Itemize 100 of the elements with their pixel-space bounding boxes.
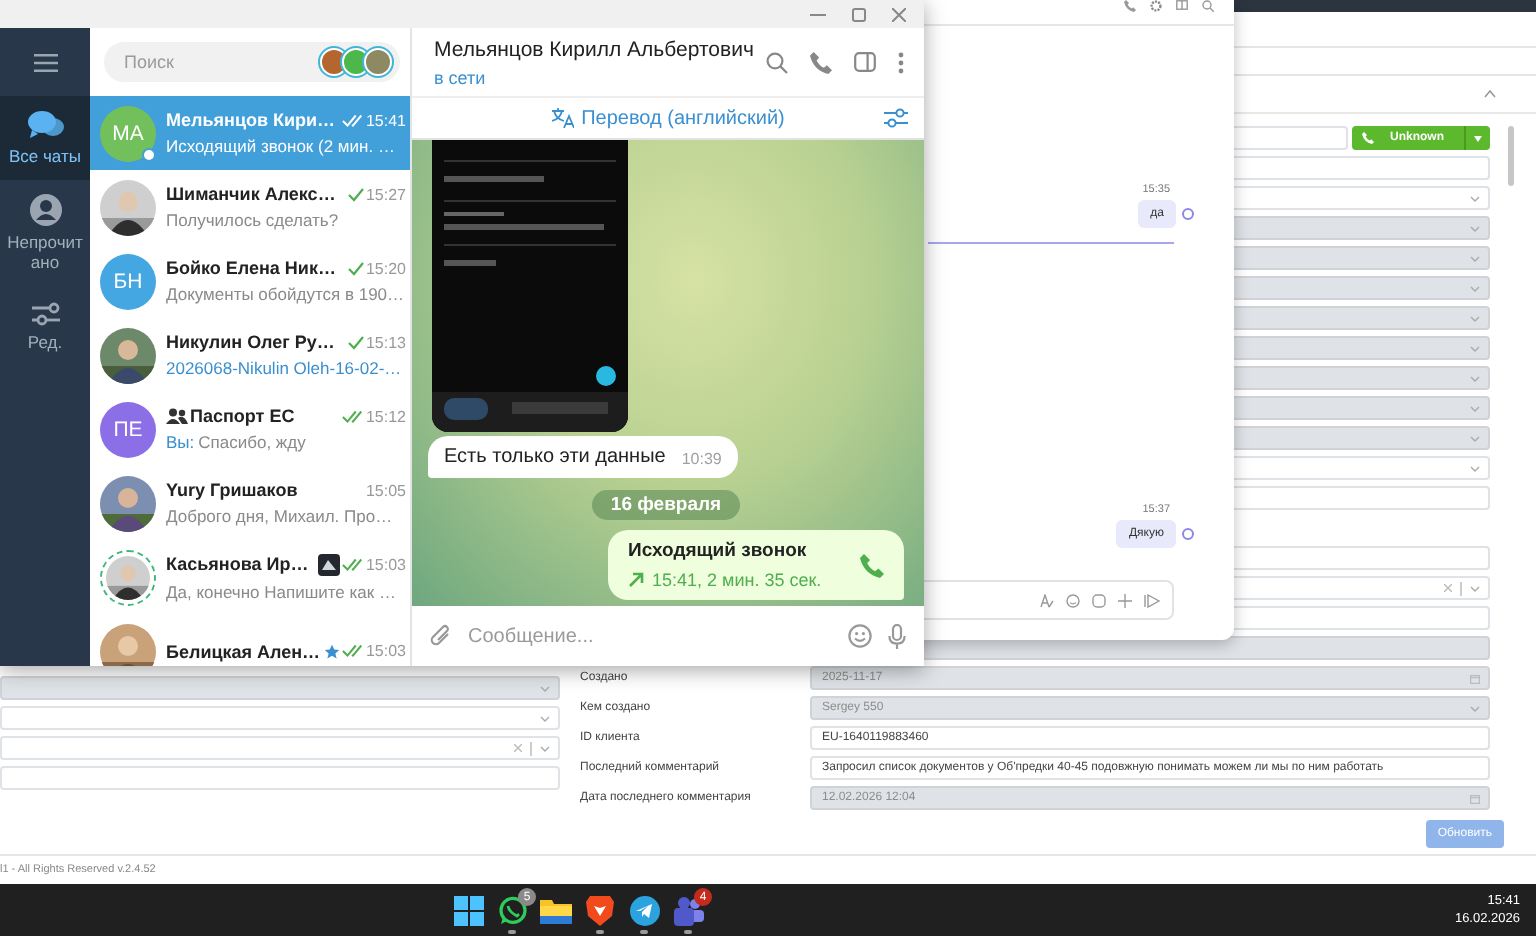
search-bar[interactable]: Поиск <box>104 42 400 82</box>
message-text: Есть только эти данные <box>444 446 666 468</box>
message-preview: Спасибо, жду <box>198 432 306 452</box>
search-field[interactable]: Поиск <box>124 52 234 72</box>
chevron-icon <box>1470 435 1480 441</box>
online-status: в сети <box>434 67 488 87</box>
emoji-icon[interactable] <box>1066 593 1080 607</box>
chats-icon <box>27 110 63 140</box>
chat-name: Бойко Елена Ник… <box>166 258 338 278</box>
minimize-icon[interactable] <box>810 13 826 15</box>
menu-icon[interactable] <box>33 53 57 71</box>
chat-bubble-icon[interactable] <box>497 895 527 925</box>
chevron-up-icon[interactable] <box>1484 90 1496 98</box>
phone-icon[interactable] <box>810 51 832 73</box>
message-preview: Документы обойдутся в 190… <box>166 284 405 304</box>
panel-icon[interactable] <box>1176 0 1188 10</box>
phone-icon[interactable] <box>860 553 884 577</box>
chat-list-item[interactable]: Касьянова Ир… 15:03 Да, конечно Напишите как … <box>90 540 410 614</box>
search-icon[interactable] <box>766 51 788 73</box>
message-preview: Да, конечно Напишите как … <box>166 581 396 601</box>
send-icon[interactable] <box>1144 593 1160 607</box>
close-icon[interactable] <box>892 7 906 21</box>
folder-tab[interactable]: Ред. <box>0 287 90 366</box>
chevron-icon <box>1470 225 1480 231</box>
read-icon <box>1182 528 1194 540</box>
clear-icon <box>514 744 522 752</box>
call-details: 15:41, 2 мин. 35 сек. <box>652 570 822 590</box>
chevron-icon <box>540 745 550 751</box>
shield-icon[interactable] <box>586 894 614 926</box>
story-avatar[interactable] <box>366 50 390 74</box>
chat-list-item[interactable]: Шиманчик Алекс… 15:27 Получилось сделать? <box>90 170 410 244</box>
microphone-icon[interactable] <box>888 623 906 649</box>
chat-list-item[interactable]: БН Бойко Елена Ник… 15:20 Документы обойдутся в 190… <box>90 244 410 318</box>
paper-plane-icon[interactable] <box>629 895 659 925</box>
phone-icon[interactable] <box>1124 0 1136 12</box>
message-preview: Доброго дня, Михаил. Про… <box>166 506 393 526</box>
calendar-icon <box>1470 673 1480 683</box>
chat-name: Паспорт ЕС <box>190 406 297 426</box>
chevron-icon <box>540 685 550 691</box>
scrollbar[interactable] <box>1508 126 1514 186</box>
chat-name: Yury Гришаков <box>166 480 300 500</box>
chat-name: Касьянова Ир… <box>166 554 311 574</box>
chat-name: Никулин Олег Ру… <box>166 332 337 352</box>
panel-icon[interactable] <box>854 52 876 72</box>
folder-tab[interactable]: Все чаты <box>0 96 90 181</box>
chat-time: 15:27 <box>365 185 406 203</box>
attach-icon[interactable] <box>430 624 452 648</box>
chat-title: Мельянцов Кирилл Альбертович <box>434 37 756 61</box>
plus-icon[interactable] <box>1118 593 1132 607</box>
avatar: БН <box>100 253 156 309</box>
folder-icon[interactable] <box>540 897 572 923</box>
message-preview: Получилось сделать? <box>166 210 339 230</box>
people-icon[interactable] <box>672 895 704 925</box>
outgoing-arrow-icon <box>628 572 644 588</box>
chat-name: Белицкая Ален… <box>166 641 322 661</box>
chat-name: Шиманчик Алекс… <box>166 184 338 204</box>
chevron-icon <box>1470 195 1480 201</box>
chevron-icon <box>1470 465 1480 471</box>
story-avatar[interactable] <box>322 50 346 74</box>
chevron-icon <box>1470 345 1480 351</box>
text-format-icon[interactable] <box>1040 593 1054 607</box>
sliders-icon <box>29 301 61 326</box>
chevron-icon <box>1470 705 1480 711</box>
read-icon <box>1182 208 1194 220</box>
folder-tab[interactable]: Непрочитано <box>0 180 90 288</box>
chevron-icon <box>540 715 550 721</box>
translate-icon <box>551 108 574 128</box>
chat-list-item[interactable]: Yury Гришаков 15:05 Доброго дня, Михаил. Про… <box>90 466 410 540</box>
maximize-icon[interactable] <box>852 7 866 21</box>
chat-time: 15:05 <box>365 481 406 499</box>
chat-time: 15:03 <box>365 555 406 573</box>
sender-label: Вы: <box>166 432 195 452</box>
message-preview: Исходящий звонок (2 мин. … <box>166 136 395 156</box>
chat-time: 15:13 <box>365 333 406 351</box>
message-input[interactable]: Сообщение... <box>468 625 832 647</box>
call-title: Исходящий звонок <box>628 540 809 562</box>
emoji-icon[interactable] <box>848 624 872 648</box>
chat-time: 15:12 <box>365 407 406 425</box>
sticker-icon[interactable] <box>1092 593 1106 607</box>
chat-list-item[interactable]: Никулин Олег Ру… 15:13 2026068-Nikulin Oleh-16-02-… <box>90 318 410 392</box>
chat-name: Мельянцов Кири… <box>166 110 338 130</box>
avatar: ПЕ <box>100 401 156 457</box>
date-divider: 16 февраля <box>592 490 740 520</box>
caret-icon <box>1474 135 1482 141</box>
story-avatar[interactable] <box>344 50 368 74</box>
phone-icon <box>1362 132 1374 144</box>
chevron-icon <box>1470 585 1480 591</box>
chat-list-item[interactable]: Белицкая Ален… 15:03 <box>90 614 410 666</box>
grid-icon[interactable] <box>453 895 483 925</box>
clear-icon <box>1444 584 1452 592</box>
more-icon[interactable] <box>898 51 904 73</box>
chevron-icon <box>1470 375 1480 381</box>
search-icon[interactable] <box>1202 0 1214 12</box>
chat-time: 15:20 <box>365 259 406 277</box>
file-link[interactable]: 2026068-Nikulin Oleh-16-02-… <box>166 358 402 378</box>
input-field[interactable] <box>0 766 560 790</box>
user-icon <box>29 194 61 227</box>
chat-list-item[interactable]: ПЕ Паспорт ЕС 15:12 Вы: Спасибо, жду <box>90 392 410 466</box>
sliders-icon[interactable] <box>884 108 908 128</box>
chat-time: 15:03 <box>365 642 406 660</box>
